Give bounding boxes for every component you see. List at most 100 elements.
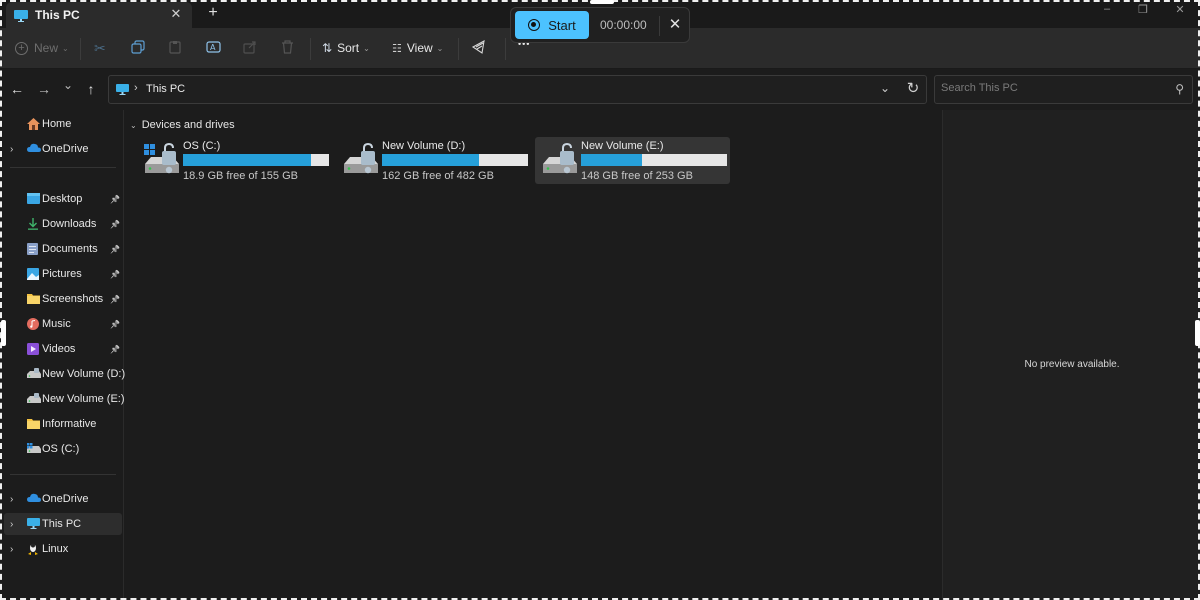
view-button[interactable]: ☷ View ⌄ <box>392 38 443 58</box>
share-button[interactable] <box>243 38 257 58</box>
music-icon <box>27 318 40 330</box>
maximize-button[interactable]: ❐ <box>1133 3 1153 16</box>
address-history-dropdown[interactable]: ⌄ <box>877 81 893 95</box>
drive-tile[interactable]: OS (C:) 18.9 GB free of 155 GB <box>137 137 332 184</box>
new-label: New <box>34 41 59 55</box>
rename-button[interactable]: A <box>206 38 221 58</box>
onedrive-icon <box>27 493 41 505</box>
sidebar-item-music[interactable]: Music 📌 <box>4 313 122 335</box>
sidebar-item-new-volume-e[interactable]: New Volume (E:) <box>4 388 125 410</box>
start-recording-button[interactable]: Start <box>515 11 589 39</box>
svg-text:A: A <box>210 43 216 52</box>
chevron-down-icon: ⌄ <box>130 120 137 130</box>
sidebar-item-downloads[interactable]: Downloads 📌 <box>4 213 122 235</box>
chevron-down-icon: ⌄ <box>436 43 444 53</box>
drive-icon <box>27 393 41 405</box>
sidebar-item-screenshots[interactable]: Screenshots 📌 <box>4 288 122 310</box>
forward-button[interactable]: → <box>35 81 53 97</box>
new-icon: + <box>15 41 28 55</box>
close-window-button[interactable]: ✕ <box>1170 3 1190 16</box>
folder-icon <box>27 293 40 305</box>
chevron-right-icon[interactable]: › <box>10 519 13 530</box>
sort-label: Sort <box>337 41 360 55</box>
back-button[interactable]: ← <box>8 81 26 97</box>
drive-usage-bar <box>581 154 727 166</box>
filter-button[interactable] <box>471 38 486 58</box>
sort-button[interactable]: ⇅ Sort ⌄ <box>322 38 370 58</box>
onedrive-icon <box>27 143 41 155</box>
search-input[interactable] <box>941 82 1161 94</box>
drive-name: OS (C:) <box>183 140 221 152</box>
os-drive-icon <box>27 443 41 455</box>
paste-button[interactable] <box>168 38 182 58</box>
chevron-right-icon[interactable]: › <box>10 144 13 155</box>
new-tab-button[interactable]: + <box>205 5 221 21</box>
drive-name: New Volume (E:) <box>581 140 664 152</box>
pin-icon[interactable]: 📌 <box>110 270 120 279</box>
sidebar-item-desktop[interactable]: Desktop 📌 <box>4 188 122 210</box>
copy-button[interactable] <box>131 38 145 58</box>
documents-icon <box>27 243 40 255</box>
capture-resize-handle-left[interactable] <box>1 320 6 346</box>
address-bar[interactable]: › This PC ⌄ ↻ <box>108 75 927 104</box>
close-tab-icon[interactable]: ✕ <box>168 6 184 22</box>
downloads-icon <box>27 218 40 230</box>
pin-icon[interactable]: 📌 <box>110 295 120 304</box>
capture-resize-handle-top[interactable] <box>590 0 614 4</box>
chevron-right-icon[interactable]: › <box>10 494 13 505</box>
pin-icon[interactable]: 📌 <box>110 220 120 229</box>
refresh-button[interactable]: ↻ <box>904 79 922 97</box>
drive-free-space: 162 GB free of 482 GB <box>382 170 494 182</box>
tab-this-pc[interactable]: This PC ✕ <box>6 2 192 28</box>
drive-icon <box>541 142 579 176</box>
search-box[interactable]: ⚲ <box>934 75 1193 104</box>
start-label: Start <box>548 17 576 33</box>
search-icon[interactable]: ⚲ <box>1175 82 1184 96</box>
sidebar-item-linux[interactable]: › Linux <box>4 538 122 560</box>
sidebar-item-label: Videos <box>42 343 76 355</box>
minimize-button[interactable]: – <box>1097 3 1117 15</box>
sidebar-item-label: Downloads <box>42 218 97 230</box>
preview-pane: No preview available. <box>942 110 1200 600</box>
sidebar-item-informative[interactable]: Informative <box>4 413 122 435</box>
sort-icon: ⇅ <box>322 41 333 55</box>
sidebar-item-onedrive-bottom[interactable]: › OneDrive <box>4 488 122 510</box>
pin-icon[interactable]: 📌 <box>110 245 120 254</box>
sidebar-item-label: Home <box>42 118 72 130</box>
sidebar-item-pictures[interactable]: Pictures 📌 <box>4 263 122 285</box>
sidebar-item-label: Desktop <box>42 193 83 205</box>
drive-tile[interactable]: New Volume (D:) 162 GB free of 482 GB <box>336 137 531 184</box>
up-button[interactable]: ↑ <box>82 81 100 97</box>
sidebar-item-os-c[interactable]: OS (C:) <box>4 438 122 460</box>
sidebar-item-onedrive[interactable]: › OneDrive <box>4 138 122 160</box>
record-icon <box>528 19 541 31</box>
delete-button[interactable] <box>281 38 294 58</box>
pin-icon[interactable]: 📌 <box>110 195 120 204</box>
sidebar-item-documents[interactable]: Documents 📌 <box>4 238 122 260</box>
sidebar-item-new-volume-d[interactable]: New Volume (D:) <box>4 363 125 385</box>
sidebar-item-videos[interactable]: Videos 📌 <box>4 338 122 360</box>
sidebar-item-label: Music <box>42 318 71 330</box>
devices-and-drives-header[interactable]: ⌄ Devices and drives <box>130 119 235 131</box>
copy-icon <box>131 39 145 57</box>
delete-icon <box>281 39 294 57</box>
drive-free-space: 18.9 GB free of 155 GB <box>183 170 298 182</box>
recent-locations-button[interactable]: ⌄ <box>59 78 77 92</box>
sidebar-item-this-pc[interactable]: › This PC <box>4 513 122 535</box>
drive-free-space: 148 GB free of 253 GB <box>581 170 693 182</box>
pin-icon[interactable]: 📌 <box>110 345 120 354</box>
drive-usage-bar <box>382 154 528 166</box>
cut-button[interactable]: ✂ <box>94 38 106 58</box>
navigation-bar: ← → ⌄ ↑ › This PC ⌄ ↻ ⚲ <box>0 70 1200 110</box>
close-recorder-button[interactable]: ✕ <box>666 15 684 33</box>
sidebar-item-label: New Volume (E:) <box>42 393 125 405</box>
drive-tile[interactable]: New Volume (E:) 148 GB free of 253 GB <box>535 137 730 184</box>
sidebar-item-home[interactable]: Home <box>4 113 122 135</box>
new-button[interactable]: + New ⌄ <box>15 38 69 58</box>
breadcrumb-this-pc[interactable]: This PC <box>146 83 185 95</box>
os-drive-icon <box>143 142 181 176</box>
chevron-right-icon[interactable]: › <box>10 544 13 555</box>
pin-icon[interactable]: 📌 <box>110 320 120 329</box>
sidebar-divider <box>10 167 116 168</box>
capture-resize-handle-right[interactable] <box>1195 320 1200 346</box>
